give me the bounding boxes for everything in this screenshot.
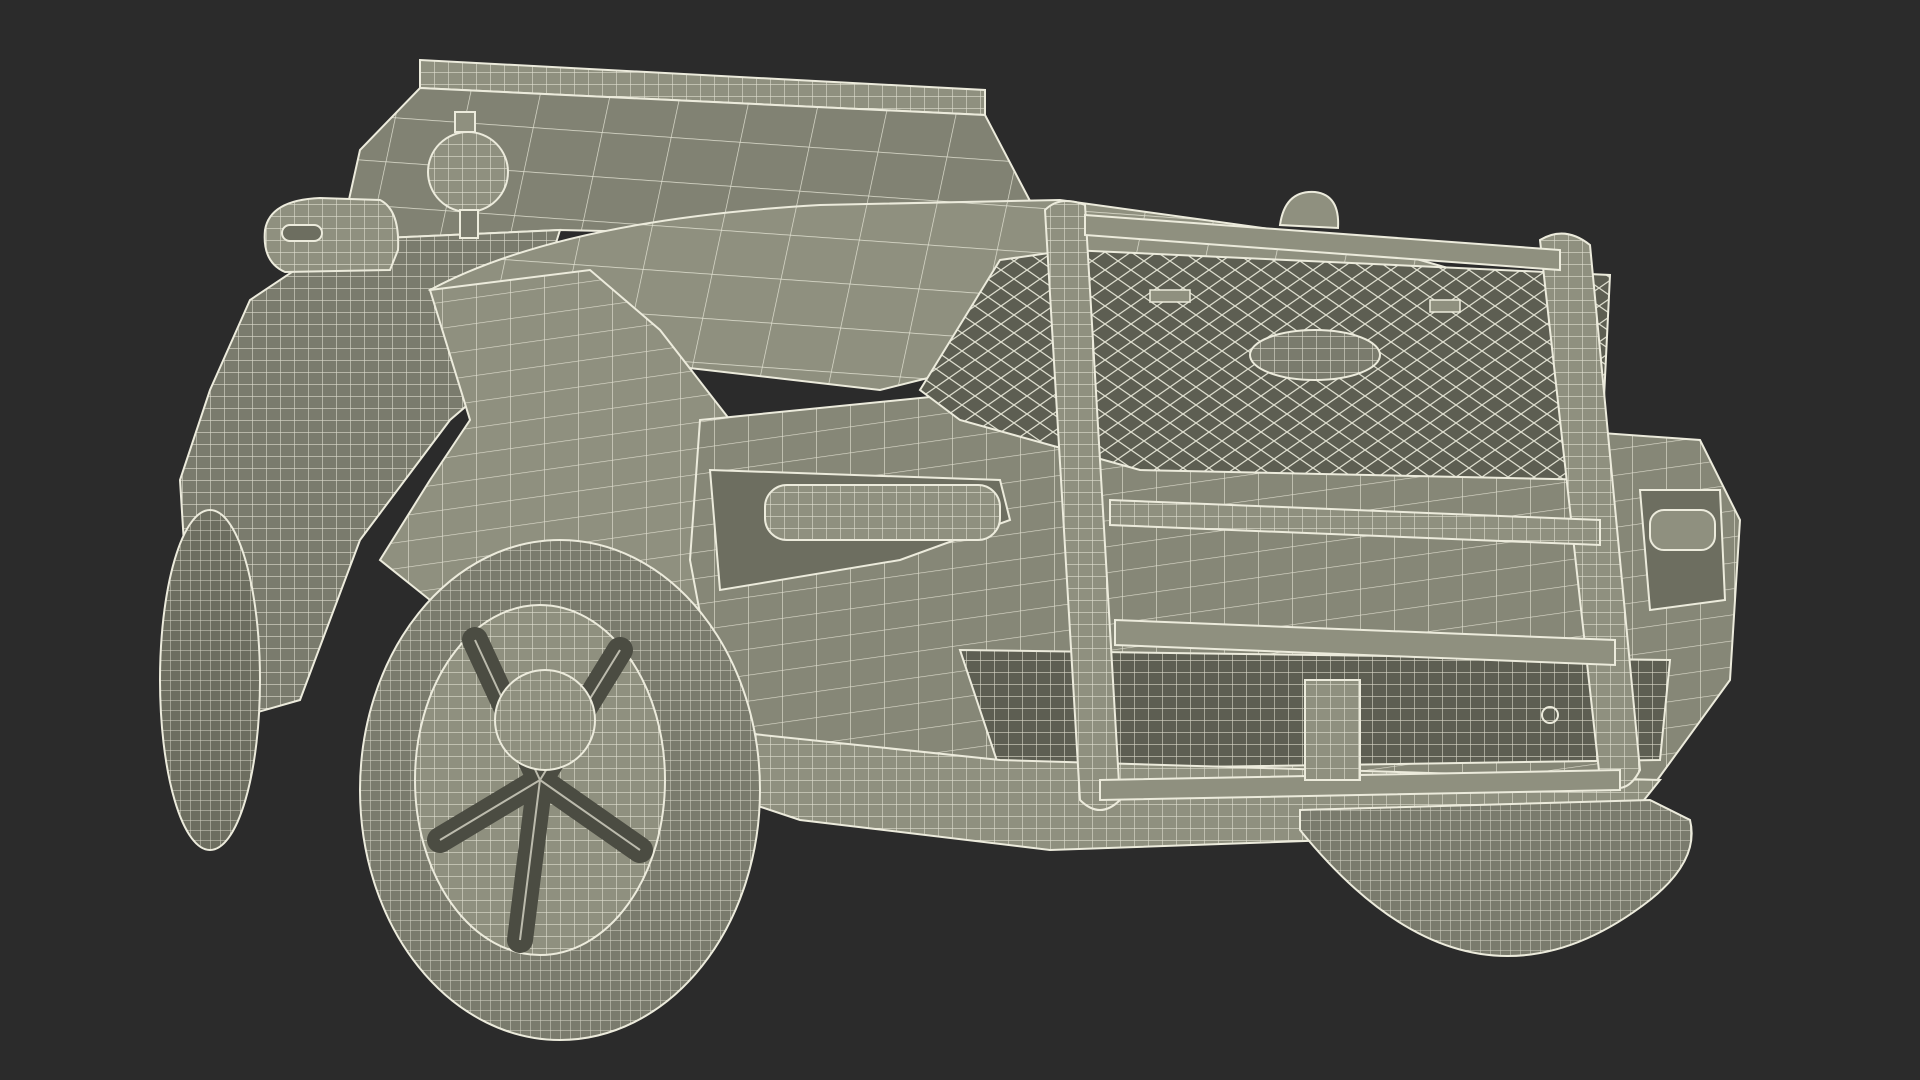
front-left-wheel — [359, 539, 761, 1041]
roof-antenna — [1278, 190, 1340, 230]
headlight-right — [1638, 489, 1727, 612]
front-right-wheel — [1299, 798, 1693, 957]
rear-left-wheel — [159, 509, 261, 851]
render-viewport[interactable] — [0, 0, 1920, 1080]
wireframe-model-render — [159, 58, 1742, 1041]
side-mirror — [263, 196, 400, 274]
